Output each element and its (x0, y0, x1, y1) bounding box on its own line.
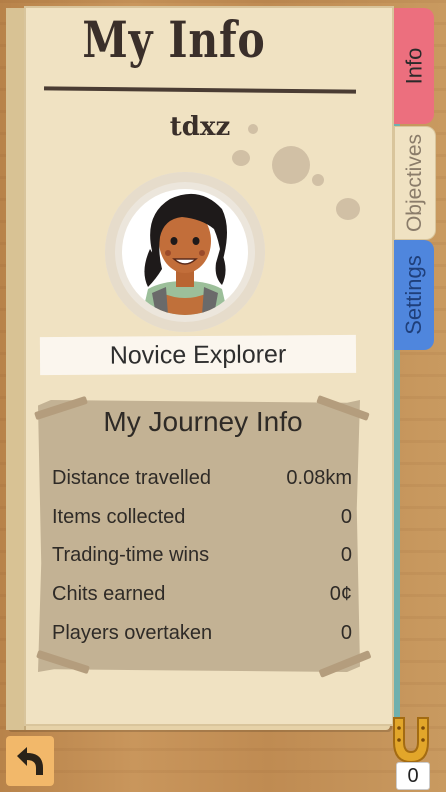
stat-value: 0¢ (329, 583, 352, 605)
tab-objectives[interactable]: Objectives (394, 126, 436, 240)
stat-value: 0.08km (286, 467, 352, 489)
stat-row-trading-wins: Trading-time wins 0 (52, 544, 352, 570)
stat-label: Distance travelled (52, 467, 211, 489)
page-title: My Info (82, 10, 266, 69)
book-spine (6, 8, 26, 730)
character-portrait-icon (142, 193, 228, 315)
paper-smudge (272, 146, 310, 184)
tab-label: Objectives (403, 133, 427, 233)
tab-label: Settings (401, 255, 426, 335)
stat-row-players-overtaken: Players overtaken 0 (52, 622, 352, 648)
horseshoe-count: 0 (396, 762, 430, 790)
stat-row-chits: Chits earned 0¢ (52, 583, 352, 609)
avatar[interactable] (122, 189, 248, 315)
stat-label: Players overtaken (52, 622, 213, 644)
back-button[interactable] (6, 736, 54, 786)
paper-smudge (232, 150, 250, 166)
back-arrow-icon (17, 747, 43, 775)
rank-title: Novice Explorer (39, 334, 357, 376)
paper-smudge (312, 174, 324, 186)
stat-label: Chits earned (52, 583, 166, 605)
journey-info-title: My Journey Info (103, 406, 303, 437)
stat-label: Trading-time wins (52, 544, 210, 566)
paper-smudge (248, 124, 258, 134)
horseshoe-icon[interactable] (386, 712, 436, 768)
stat-value: 0 (340, 506, 352, 528)
stat-row-distance: Distance travelled 0.08km (52, 467, 352, 493)
stat-value: 0 (340, 544, 352, 566)
tab-info[interactable]: Info (394, 8, 434, 124)
username: tdxz (169, 112, 231, 142)
tab-label: Info (400, 47, 426, 85)
stat-row-items: Items collected 0 (52, 506, 352, 532)
tab-settings[interactable]: Settings (394, 240, 434, 350)
paper-smudge (336, 198, 360, 220)
stat-value: 0 (340, 622, 352, 644)
stat-label: Items collected (52, 506, 186, 528)
